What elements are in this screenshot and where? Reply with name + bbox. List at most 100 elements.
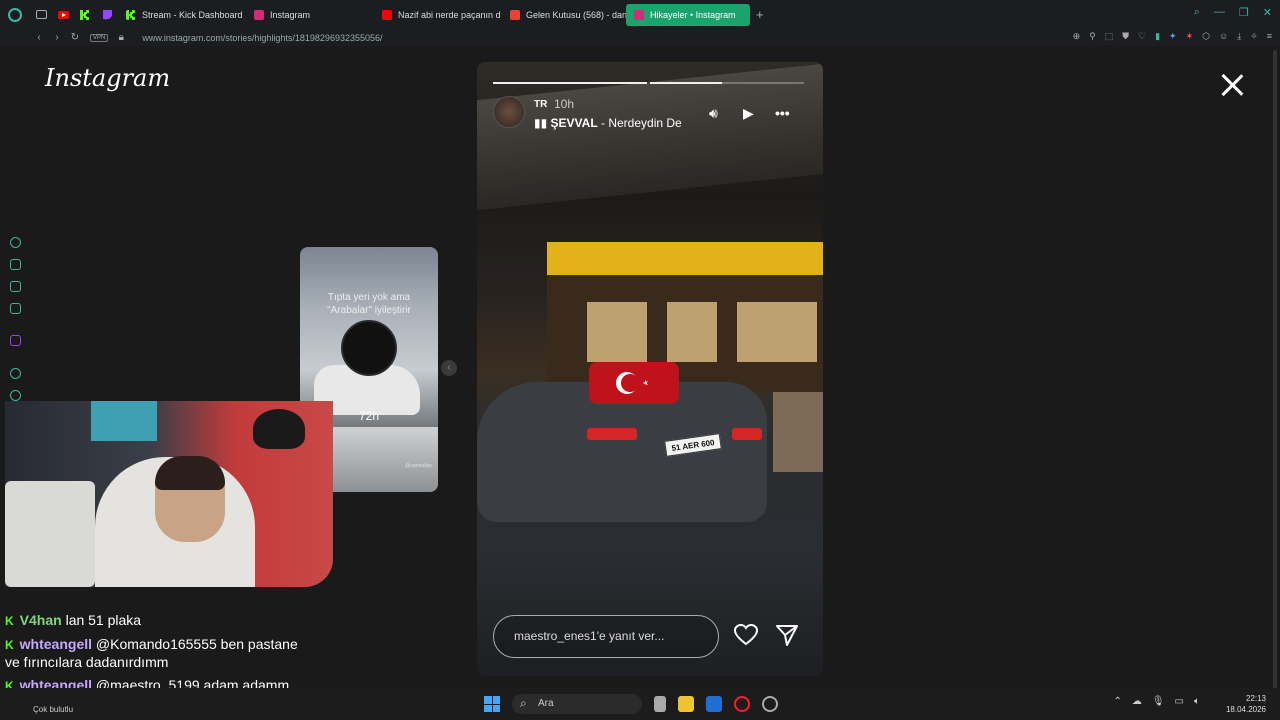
youtube-pinned-icon[interactable]: [52, 0, 74, 29]
tab-instagram[interactable]: Instagram: [246, 4, 374, 26]
crypto-wallet-icon[interactable]: [10, 281, 21, 292]
share-send-icon[interactable]: [775, 624, 799, 651]
minimize-icon[interactable]: —: [1214, 6, 1225, 19]
pinned-tab-icon[interactable]: [30, 0, 52, 29]
instagram-logo[interactable]: Instagram: [45, 64, 170, 92]
story-progress-segment: [650, 82, 804, 84]
story-username[interactable]: TR: [534, 99, 547, 110]
player-icon[interactable]: [10, 368, 21, 379]
chat-username: V4han: [19, 612, 62, 628]
snapshot-icon[interactable]: ⬚: [1105, 31, 1114, 42]
onedrive-icon[interactable]: ☁: [1132, 696, 1142, 707]
play-icon[interactable]: ▶: [743, 105, 754, 122]
instagram-icon: [254, 9, 264, 20]
tab-label: Nazif abi nerde paçanın d: [398, 9, 501, 20]
taskbar-apps: Ara: [484, 694, 778, 714]
clock-icon[interactable]: [10, 390, 21, 401]
instagram-icon: [634, 9, 644, 20]
window-controls: ⌕ — ❐ ✕: [1194, 6, 1272, 19]
pin-icon[interactable]: ⚲: [1089, 31, 1096, 42]
extension-red-icon[interactable]: ✶: [1186, 31, 1194, 42]
twitch-pinned-icon[interactable]: [96, 0, 118, 29]
gmail-icon: [510, 9, 520, 20]
taskbar-search[interactable]: Ara: [512, 694, 642, 714]
tab-instagram-stories[interactable]: Hikayeler • Instagram: [626, 3, 750, 26]
clock-date: 18.04.2026: [1225, 705, 1266, 714]
back-icon[interactable]: ‹: [30, 32, 48, 43]
music-song: - Nerdeydin De: [597, 116, 682, 130]
streamer-webcam: [5, 401, 333, 587]
address-bar: ‹ › ↻ VPN 🔒︎ www.instagram.com/stories/h…: [0, 29, 1280, 46]
like-heart-icon[interactable]: [733, 623, 759, 651]
shield-icon[interactable]: ⛊: [1122, 31, 1129, 42]
task-view-icon[interactable]: [654, 696, 666, 712]
extensions-icon[interactable]: ⬡: [1202, 31, 1210, 42]
story-viewer[interactable]: 51 AER 600 TR 10h ▮▮ ŞEVVAL - Nerdeydin …: [477, 62, 823, 676]
new-tab-button[interactable]: +: [750, 7, 770, 22]
tab-label: Hikayeler • Instagram: [650, 9, 736, 20]
weather-label[interactable]: Çok bulutlu: [33, 705, 73, 714]
search-tabs-icon[interactable]: ⌕: [1194, 6, 1200, 19]
tab-gmail[interactable]: Gelen Kutusu (568) - danı: [502, 4, 626, 26]
zoom-icon[interactable]: ⊕: [1073, 31, 1081, 42]
speaker-icon[interactable]: 🔈︎: [1194, 696, 1200, 707]
tab-kick-dashboard[interactable]: Stream - Kick Dashboard: [118, 4, 246, 26]
streamer-hair: [155, 456, 225, 490]
station-canopy: [477, 63, 823, 211]
shop-window: [737, 302, 817, 362]
tab-label: Gelen Kutusu (568) - danı: [526, 9, 626, 20]
history-icon[interactable]: [10, 237, 21, 248]
ai-icon[interactable]: ✧: [1250, 31, 1258, 42]
opera-gx-icon[interactable]: [734, 696, 750, 712]
url-field[interactable]: www.instagram.com/stories/highlights/181…: [142, 33, 382, 43]
profile-icon[interactable]: ☺: [1219, 31, 1228, 42]
file-explorer-icon[interactable]: [678, 696, 694, 712]
kick-pinned-icon[interactable]: [74, 0, 96, 29]
story-progress-segment: [493, 82, 647, 84]
story-time: 10h: [554, 97, 575, 111]
twitch-icon[interactable]: [10, 335, 21, 346]
batman-poster: [253, 409, 305, 449]
download-icon[interactable]: ⤓: [1237, 31, 1241, 42]
taillight: [732, 428, 762, 440]
app-icon[interactable]: [762, 696, 778, 712]
pallets: [773, 392, 823, 472]
tab-youtube[interactable]: Nazif abi nerde paçanın d: [374, 4, 502, 26]
close-window-icon[interactable]: ✕: [1263, 6, 1272, 19]
vpn-badge[interactable]: VPN: [90, 33, 109, 42]
microphone-icon[interactable]: 🎙︎: [1152, 696, 1165, 707]
windows-taskbar: Çok bulutlu Ara ⌃ ☁ 🎙︎ ▭ 🔈︎ 22:13 18.04.…: [0, 688, 1280, 720]
aria-icon[interactable]: [10, 259, 21, 270]
more-options-icon[interactable]: •••: [775, 105, 790, 121]
messenger-icon[interactable]: [10, 303, 21, 314]
preview-avatar: [341, 320, 397, 376]
preview-caption: Tıpta yeri yok ama "Arabalar" iyileştiri…: [327, 292, 411, 316]
story-avatar[interactable]: [493, 96, 525, 128]
forward-icon[interactable]: ›: [48, 32, 66, 43]
taskbar-clock[interactable]: 22:13 18.04.2026: [1226, 693, 1266, 715]
kick-icon: K: [5, 614, 14, 628]
network-icon[interactable]: ▭: [1175, 696, 1184, 707]
opera-logo-icon[interactable]: [0, 0, 30, 29]
close-story-icon[interactable]: [1220, 73, 1244, 97]
windows-start-icon[interactable]: [484, 696, 500, 712]
tab-label: Stream - Kick Dashboard: [142, 9, 243, 20]
menu-icon[interactable]: ≡: [1267, 31, 1272, 42]
lock-icon[interactable]: 🔒︎: [112, 32, 130, 43]
crescent-star-icon: [616, 372, 648, 394]
copilot-icon[interactable]: ✦: [1169, 31, 1177, 42]
restore-icon[interactable]: ❐: [1239, 6, 1249, 19]
outlook-icon[interactable]: [706, 696, 722, 712]
tray-expand-icon[interactable]: ⌃: [1113, 696, 1121, 707]
reload-icon[interactable]: ↻: [66, 32, 84, 43]
kick-icon: [126, 9, 135, 20]
bookmark-icon[interactable]: ♡: [1138, 31, 1146, 42]
volume-icon[interactable]: 🔊︎: [709, 105, 718, 122]
previous-arrow-icon[interactable]: ‹: [441, 360, 457, 376]
page-scrollbar[interactable]: [1270, 46, 1280, 720]
story-reply-input[interactable]: maestro_enes1'e yanıt ver...: [493, 615, 719, 658]
taillight: [587, 428, 637, 440]
chat-text: lan 51 plaka: [65, 612, 142, 628]
extension-icon[interactable]: ▮: [1155, 31, 1160, 42]
story-music[interactable]: ▮▮ ŞEVVAL - Nerdeydin De: [534, 116, 682, 130]
